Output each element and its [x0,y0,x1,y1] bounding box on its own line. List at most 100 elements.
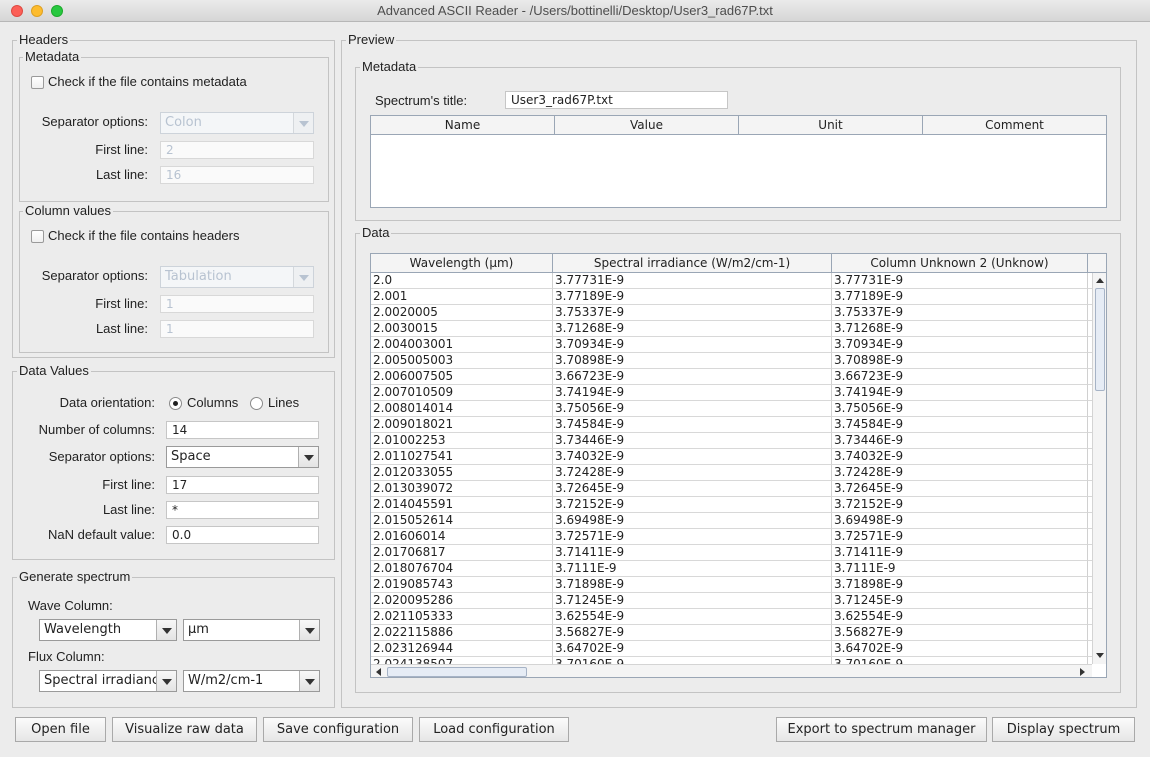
metadata-separator-select[interactable]: Colon [160,112,314,134]
metadata-last-line-field[interactable]: 16 [160,166,314,184]
table-cell[interactable]: 3.75056E-9 [553,401,832,417]
table-cell[interactable]: 2.011027541 [371,449,553,465]
table-cell[interactable]: 3.7111E-9 [553,561,832,577]
columns-separator-select[interactable]: Tabulation [160,266,314,288]
table-cell[interactable]: 3.62554E-9 [553,609,832,625]
export-spectrum-manager-button[interactable]: Export to spectrum manager [776,717,987,742]
table-cell[interactable]: 3.77189E-9 [832,289,1088,305]
table-cell[interactable]: 3.71268E-9 [832,321,1088,337]
data-col-unknown[interactable]: Column Unknown 2 (Unknow) [832,254,1088,273]
table-row[interactable]: 2.01706817 3.71411E-9 3.71411E-9 [371,545,1092,561]
table-row[interactable]: 2.014045591 3.72152E-9 3.72152E-9 [371,497,1092,513]
metadata-col-comment[interactable]: Comment [923,116,1106,135]
table-cell[interactable]: 3.75337E-9 [553,305,832,321]
flux-column-select[interactable]: Spectral irradiance [39,670,177,692]
table-cell[interactable]: 3.70934E-9 [553,337,832,353]
orientation-columns-radio[interactable] [169,397,182,410]
table-row[interactable]: 2.012033055 3.72428E-9 3.72428E-9 [371,465,1092,481]
table-cell[interactable]: 3.71268E-9 [553,321,832,337]
scroll-up-icon[interactable] [1096,278,1104,283]
table-cell[interactable]: 3.73446E-9 [553,433,832,449]
table-row[interactable]: 2.018076704 3.7111E-9 3.7111E-9 [371,561,1092,577]
table-row[interactable]: 2.008014014 3.75056E-9 3.75056E-9 [371,401,1092,417]
nan-field[interactable]: 0.0 [166,526,319,544]
table-cell[interactable]: 2.01706817 [371,545,553,561]
scroll-left-icon[interactable] [376,668,381,676]
table-cell[interactable]: 3.71411E-9 [553,545,832,561]
table-row[interactable]: 2.019085743 3.71898E-9 3.71898E-9 [371,577,1092,593]
table-cell[interactable]: 2.008014014 [371,401,553,417]
table-cell[interactable]: 3.74032E-9 [832,449,1088,465]
metadata-col-name[interactable]: Name [371,116,555,135]
table-cell[interactable]: 3.71898E-9 [832,577,1088,593]
table-cell[interactable]: 3.77189E-9 [553,289,832,305]
table-cell[interactable]: 3.56827E-9 [553,625,832,641]
table-row[interactable]: 2.024138507 3.70160E-9 3.70160E-9 [371,657,1092,664]
table-cell[interactable]: 2.001 [371,289,553,305]
table-row[interactable]: 2.004003001 3.70934E-9 3.70934E-9 [371,337,1092,353]
table-cell[interactable]: 2.019085743 [371,577,553,593]
table-cell[interactable]: 2.01002253 [371,433,553,449]
table-cell[interactable]: 3.74194E-9 [553,385,832,401]
table-cell[interactable]: 3.74032E-9 [553,449,832,465]
columns-first-line-field[interactable]: 1 [160,295,314,313]
table-cell[interactable]: 3.72152E-9 [553,497,832,513]
table-cell[interactable]: 2.005005003 [371,353,553,369]
table-cell[interactable]: 3.70898E-9 [832,353,1088,369]
data-last-line-field[interactable]: * [166,501,319,519]
table-row[interactable]: 2.007010509 3.74194E-9 3.74194E-9 [371,385,1092,401]
table-cell[interactable]: 3.71411E-9 [832,545,1088,561]
table-cell[interactable]: 3.70160E-9 [553,657,832,664]
table-cell[interactable]: 3.66723E-9 [832,369,1088,385]
table-cell[interactable]: 3.64702E-9 [832,641,1088,657]
table-cell[interactable]: 2.015052614 [371,513,553,529]
metadata-col-unit[interactable]: Unit [739,116,923,135]
data-separator-select[interactable]: Space [166,446,319,468]
table-cell[interactable]: 3.72428E-9 [553,465,832,481]
table-cell[interactable]: 3.64702E-9 [553,641,832,657]
table-cell[interactable]: 3.77731E-9 [553,273,832,289]
table-row[interactable]: 2.005005003 3.70898E-9 3.70898E-9 [371,353,1092,369]
data-horizontal-scrollbar[interactable] [371,664,1092,677]
table-row[interactable]: 2.021105333 3.62554E-9 3.62554E-9 [371,609,1092,625]
table-cell[interactable]: 2.024138507 [371,657,553,664]
table-cell[interactable]: 2.022115886 [371,625,553,641]
wave-unit-select[interactable]: µm [183,619,320,641]
load-configuration-button[interactable]: Load configuration [419,717,569,742]
table-cell[interactable]: 3.72645E-9 [832,481,1088,497]
flux-unit-select[interactable]: W/m2/cm-1 [183,670,320,692]
table-cell[interactable]: 3.72571E-9 [832,529,1088,545]
table-cell[interactable]: 3.73446E-9 [832,433,1088,449]
table-cell[interactable]: 2.0 [371,273,553,289]
orientation-lines-radio[interactable] [250,397,263,410]
table-cell[interactable]: 2.013039072 [371,481,553,497]
metadata-first-line-field[interactable]: 2 [160,141,314,159]
visualize-raw-data-button[interactable]: Visualize raw data [112,717,257,742]
scroll-down-icon[interactable] [1096,653,1104,658]
horizontal-scroll-thumb[interactable] [387,667,527,677]
table-cell[interactable]: 3.72571E-9 [553,529,832,545]
table-cell[interactable]: 2.0020005 [371,305,553,321]
table-row[interactable]: 2.020095286 3.71245E-9 3.71245E-9 [371,593,1092,609]
table-cell[interactable]: 3.71245E-9 [553,593,832,609]
metadata-checkbox[interactable] [31,76,44,89]
table-cell[interactable]: 2.020095286 [371,593,553,609]
save-configuration-button[interactable]: Save configuration [263,717,413,742]
table-row[interactable]: 2.023126944 3.64702E-9 3.64702E-9 [371,641,1092,657]
table-row[interactable]: 2.006007505 3.66723E-9 3.66723E-9 [371,369,1092,385]
table-cell[interactable]: 3.62554E-9 [832,609,1088,625]
table-cell[interactable]: 2.006007505 [371,369,553,385]
table-cell[interactable]: 2.012033055 [371,465,553,481]
data-first-line-field[interactable]: 17 [166,476,319,494]
wave-column-select[interactable]: Wavelength [39,619,177,641]
table-cell[interactable]: 3.69498E-9 [832,513,1088,529]
table-row[interactable]: 2.0030015 3.71268E-9 3.71268E-9 [371,321,1092,337]
table-cell[interactable]: 2.004003001 [371,337,553,353]
table-cell[interactable]: 2.007010509 [371,385,553,401]
table-cell[interactable]: 3.70898E-9 [553,353,832,369]
table-row[interactable]: 2.01002253 3.73446E-9 3.73446E-9 [371,433,1092,449]
table-cell[interactable]: 3.66723E-9 [553,369,832,385]
table-row[interactable]: 2.009018021 3.74584E-9 3.74584E-9 [371,417,1092,433]
table-row[interactable]: 2.011027541 3.74032E-9 3.74032E-9 [371,449,1092,465]
table-cell[interactable]: 3.75056E-9 [832,401,1088,417]
